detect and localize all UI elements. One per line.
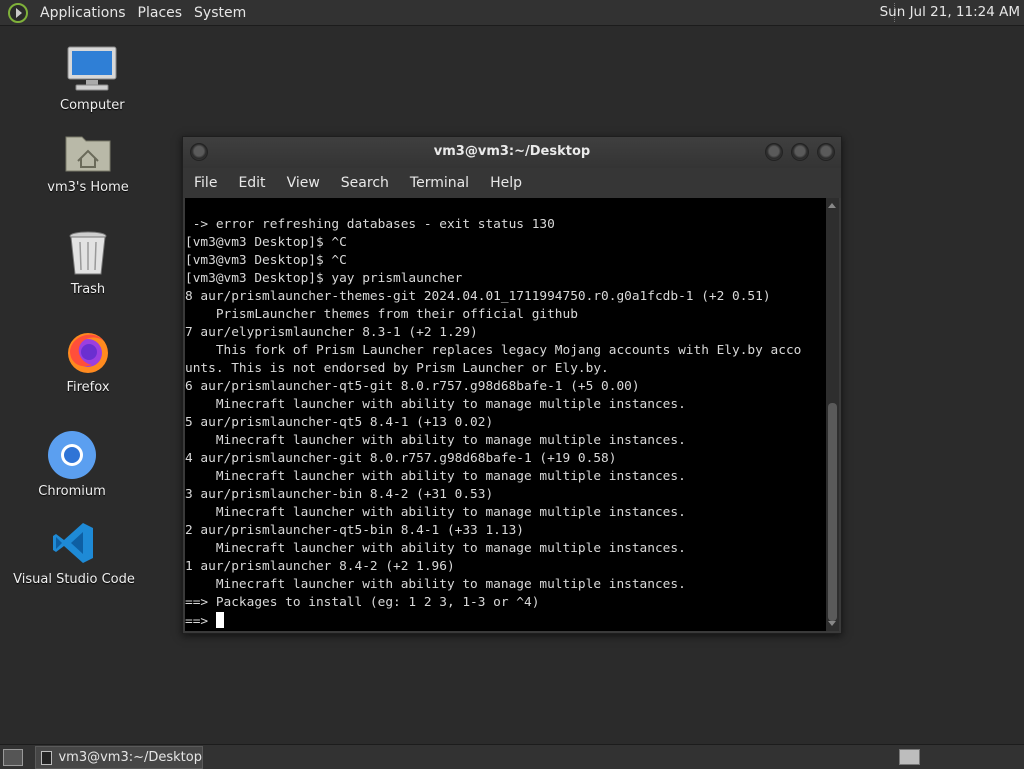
scrollbar-thumb[interactable] <box>828 403 837 621</box>
terminal-line: Minecraft launcher with ability to manag… <box>185 577 686 592</box>
terminal-output[interactable]: -> error refreshing databases - exit sta… <box>185 198 826 631</box>
terminal-line: ==> Packages to install (eg: 1 2 3, 1-3 … <box>185 595 540 610</box>
places-menu[interactable]: Places <box>132 5 189 21</box>
taskbar-button-label: vm3@vm3:~/Desktop <box>58 750 202 765</box>
minimize-button[interactable] <box>765 143 783 161</box>
desktop-icon-trash[interactable]: Trash <box>60 228 116 297</box>
trash-icon <box>60 228 116 278</box>
terminal-line: -> error refreshing databases - exit sta… <box>185 217 555 232</box>
desktop-icon-label: Firefox <box>66 380 110 395</box>
chromium-icon <box>44 430 100 480</box>
desktop-icon-vscode[interactable]: Visual Studio Code <box>13 518 135 587</box>
terminal-line: Minecraft launcher with ability to manag… <box>185 397 686 412</box>
terminal-line: Minecraft launcher with ability to manag… <box>185 505 686 520</box>
home-folder-icon <box>60 126 116 176</box>
scroll-down-arrow-icon[interactable] <box>828 621 836 626</box>
distro-logo-icon[interactable] <box>7 2 29 24</box>
desktop-icon-computer[interactable]: Computer <box>60 44 125 113</box>
top-panel: Applications Places System Sun Jul 21, 1… <box>0 0 1024 26</box>
desktop-icon-home[interactable]: vm3's Home <box>46 126 130 195</box>
workspace-switcher[interactable] <box>899 749 920 765</box>
bottom-panel: vm3@vm3:~/Desktop <box>0 744 1024 769</box>
menu-help[interactable]: Help <box>479 175 532 191</box>
terminal-line: 3 aur/prismlauncher-bin 8.4-2 (+31 0.53) <box>185 487 494 502</box>
desktop-icon-firefox[interactable]: Firefox <box>60 326 116 395</box>
desktop-icon-label: Computer <box>60 98 125 113</box>
window-titlebar[interactable]: vm3@vm3:~/Desktop <box>183 137 841 168</box>
desktop-icon-chromium[interactable]: Chromium <box>38 430 106 499</box>
clock[interactable]: Sun Jul 21, 11:24 AM <box>874 0 1024 25</box>
firefox-icon <box>60 326 116 376</box>
terminal-line: PrismLauncher themes from their official… <box>185 307 578 322</box>
desktop-icon-label: Visual Studio Code <box>13 572 135 587</box>
terminal-line: 2 aur/prismlauncher-qt5-bin 8.4-1 (+33 1… <box>185 523 524 538</box>
maximize-button[interactable] <box>791 143 809 161</box>
menu-terminal[interactable]: Terminal <box>399 175 479 191</box>
terminal-scrollbar[interactable] <box>826 198 839 631</box>
window-title: vm3@vm3:~/Desktop <box>433 144 591 159</box>
terminal-line: Minecraft launcher with ability to manag… <box>185 433 686 448</box>
computer-icon <box>64 44 120 94</box>
menu-view[interactable]: View <box>276 175 330 191</box>
terminal-line: [vm3@vm3 Desktop]$ ^C <box>185 253 347 268</box>
close-button[interactable] <box>817 143 835 161</box>
applications-menu[interactable]: Applications <box>34 5 132 21</box>
terminal-line: 8 aur/prismlauncher-themes-git 2024.04.0… <box>185 289 771 304</box>
terminal-line: 5 aur/prismlauncher-qt5 8.4-1 (+13 0.02) <box>185 415 494 430</box>
taskbar-terminal-button[interactable]: vm3@vm3:~/Desktop <box>35 746 203 769</box>
scroll-up-arrow-icon[interactable] <box>828 203 836 208</box>
desktop-icon-label: vm3's Home <box>47 180 129 195</box>
terminal-prompt: ==> <box>185 614 216 629</box>
vscode-icon <box>46 518 102 568</box>
terminal-line: 7 aur/elyprismlauncher 8.3-1 (+2 1.29) <box>185 325 478 340</box>
show-desktop-icon[interactable] <box>3 749 23 766</box>
terminal-line: 1 aur/prismlauncher 8.4-2 (+2 1.96) <box>185 559 455 574</box>
menu-file[interactable]: File <box>183 175 227 191</box>
menu-edit[interactable]: Edit <box>227 175 275 191</box>
system-menu[interactable]: System <box>188 5 252 21</box>
terminal-cursor <box>215 612 224 628</box>
terminal-line: unts. This is not endorsed by Prism Laun… <box>185 361 609 376</box>
terminal-line: Minecraft launcher with ability to manag… <box>185 469 686 484</box>
window-menubar: File Edit View Search Terminal Help <box>183 168 841 198</box>
terminal-line: Minecraft launcher with ability to manag… <box>185 541 686 556</box>
terminal-line: 6 aur/prismlauncher-qt5-git 8.0.r757.g98… <box>185 379 640 394</box>
desktop-icon-label: Trash <box>70 282 106 297</box>
terminal-line: [vm3@vm3 Desktop]$ ^C <box>185 235 347 250</box>
desktop-icon-label: Chromium <box>38 484 106 499</box>
terminal-icon <box>41 750 53 765</box>
terminal-line: [vm3@vm3 Desktop]$ yay prismlauncher <box>185 271 463 286</box>
terminal-line: This fork of Prism Launcher replaces leg… <box>185 343 802 358</box>
terminal-prompt-line: ==> <box>185 612 801 631</box>
terminal-window: vm3@vm3:~/Desktop File Edit View Search … <box>182 136 842 634</box>
menu-search[interactable]: Search <box>330 175 399 191</box>
terminal-line: 4 aur/prismlauncher-git 8.0.r757.g98d68b… <box>185 451 617 466</box>
